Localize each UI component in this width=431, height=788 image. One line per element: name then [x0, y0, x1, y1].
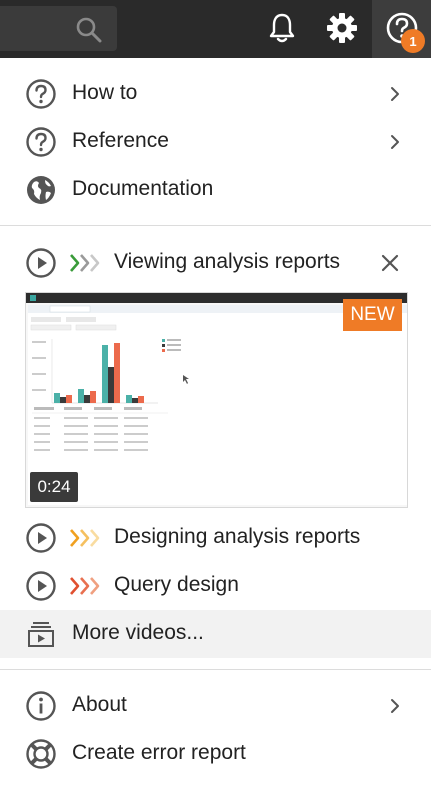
video-item-viewing-analysis-reports[interactable]: Viewing analysis reports — [0, 239, 431, 287]
menu-item-reference[interactable]: Reference — [0, 118, 431, 166]
gear-icon — [327, 13, 357, 43]
question-circle-icon — [26, 79, 56, 109]
menu-item-label: Documentation — [72, 177, 214, 200]
settings-button[interactable] — [324, 10, 360, 46]
chevron-right-icon — [391, 87, 399, 101]
menu-item-how-to[interactable]: How to — [0, 70, 431, 118]
video-duration: 0:24 — [30, 472, 78, 502]
progress-arrows-icon — [70, 254, 100, 272]
notifications-button[interactable] — [264, 10, 300, 46]
menu-item-label: How to — [72, 81, 138, 104]
thumbnail-content — [28, 305, 407, 505]
close-icon[interactable] — [378, 251, 402, 275]
video-title: Designing analysis reports — [114, 525, 361, 548]
chevron-right-icon — [391, 699, 399, 713]
globe-icon — [27, 176, 55, 204]
menu-item-label: Create error report — [72, 741, 246, 764]
progress-arrows-icon — [70, 577, 100, 595]
video-title: Query design — [114, 573, 239, 596]
divider — [0, 669, 431, 670]
top-bar: 1 — [0, 0, 431, 58]
new-badge: NEW — [343, 299, 402, 331]
menu-item-label: Reference — [72, 129, 169, 152]
help-button[interactable] — [372, 0, 431, 58]
search-box[interactable] — [0, 6, 117, 51]
chevron-right-icon — [391, 135, 399, 149]
video-item-designing-analysis-reports[interactable]: Designing analysis reports — [0, 514, 431, 562]
bell-icon — [269, 13, 295, 43]
menu-item-about[interactable]: About — [0, 682, 431, 730]
more-videos-item[interactable]: More videos... — [0, 610, 431, 658]
menu-item-documentation[interactable]: Documentation — [0, 166, 431, 214]
menu-item-create-error-report[interactable]: Create error report — [0, 730, 431, 778]
progress-arrows-icon — [70, 529, 100, 547]
info-circle-icon — [26, 691, 56, 721]
menu-item-label: About — [72, 693, 127, 716]
video-library-icon — [28, 622, 54, 647]
lifebuoy-icon — [26, 739, 56, 769]
search-icon — [76, 17, 102, 43]
video-item-query-design[interactable]: Query design — [0, 562, 431, 610]
question-circle-icon — [26, 127, 56, 157]
play-circle-icon — [26, 248, 56, 278]
play-circle-icon — [26, 571, 56, 601]
app-logo — [30, 295, 36, 301]
more-videos-label: More videos... — [72, 621, 204, 644]
thumbnail-chart-image — [28, 305, 407, 451]
video-title: Viewing analysis reports — [114, 250, 341, 273]
play-circle-icon — [26, 523, 56, 553]
divider — [0, 225, 431, 226]
notification-badge: 1 — [401, 29, 425, 53]
